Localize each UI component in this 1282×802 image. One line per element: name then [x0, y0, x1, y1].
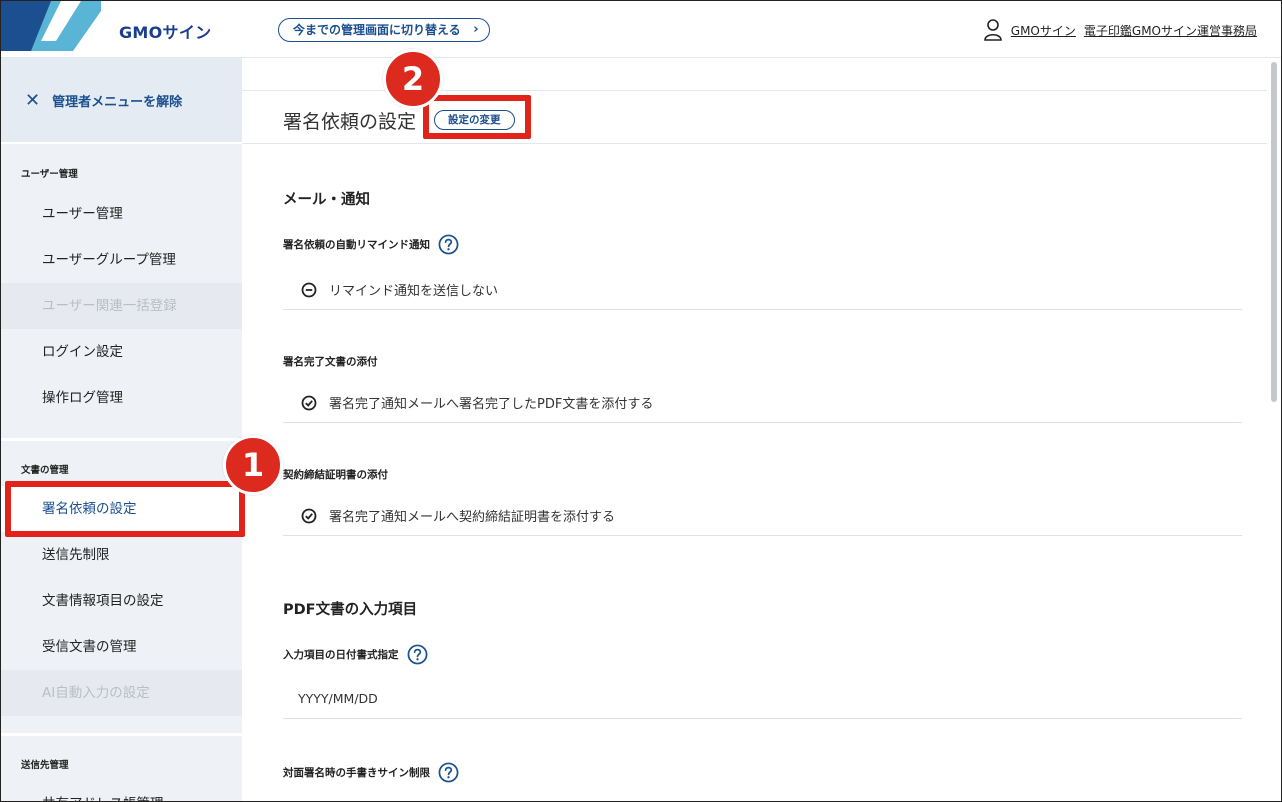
sidebar-item-recipient-restriction[interactable]: 送信先制限 [1, 532, 242, 578]
check-circle-icon [301, 508, 317, 523]
sidebar-item-user-group-management[interactable]: ユーザーグループ管理 [1, 237, 242, 283]
field-label-auto-remind-text: 署名依頼の自動リマインド通知 [283, 239, 430, 251]
field-value-completed-doc-attach-text: 署名完了通知メールへ署名完了したPDF文書を添付する [329, 397, 654, 412]
help-icon[interactable] [438, 234, 459, 255]
sidebar-divider [1, 733, 242, 736]
field-label-certificate-attach: 契約締結証明書の添付 [283, 467, 388, 482]
field-label-handwritten-sign-restriction-text: 対面署名時の手書きサイン制限 [283, 767, 430, 779]
sidebar-item-shared-address-book[interactable]: 共有アドレス帳管理 [1, 781, 242, 801]
sidebar-item-login-settings[interactable]: ログイン設定 [1, 329, 242, 375]
sidebar-group-document-management: 文書の管理 [21, 465, 69, 476]
field-label-certificate-attach-text: 契約締結証明書の添付 [283, 469, 388, 481]
exit-admin-menu-button[interactable]: ✕ 管理者メニューを解除 [1, 58, 242, 144]
scrollbar-thumb[interactable] [1271, 62, 1277, 402]
sidebar-divider [1, 438, 242, 441]
step-badge-1: 1 [223, 435, 283, 495]
admin-sidebar: ✕ 管理者メニューを解除 ユーザー管理 ユーザー管理 ユーザーグループ管理 ユー… [1, 58, 242, 801]
chevron-right-icon: › [473, 22, 479, 37]
sidebar-group-user-management: ユーザー管理 [21, 169, 78, 180]
sidebar-item-user-management[interactable]: ユーザー管理 [1, 191, 242, 237]
sidebar-item-received-documents[interactable]: 受信文書の管理 [1, 624, 242, 670]
highlight-box-signature-settings [5, 481, 245, 537]
help-icon[interactable] [438, 762, 459, 783]
field-value-certificate-attach: 署名完了通知メールへ契約締結証明書を添付する [283, 496, 1242, 536]
user-name-link[interactable]: GMOサイン [1011, 22, 1076, 39]
person-icon [983, 19, 1002, 41]
switch-legacy-admin-button[interactable]: 今までの管理画面に切り替える › [278, 18, 490, 42]
switch-legacy-admin-label: 今までの管理画面に切り替える [293, 23, 461, 37]
org-name-link[interactable]: 電子印鑑GMOサイン運営事務局 [1084, 22, 1257, 39]
field-value-completed-doc-attach: 署名完了通知メールへ署名完了したPDF文書を添付する [283, 383, 1242, 423]
field-value-certificate-attach-text: 署名完了通知メールへ契約締結証明書を添付する [329, 510, 616, 525]
close-icon: ✕ [25, 89, 41, 111]
sidebar-group-recipient-management: 送信先管理 [21, 760, 69, 771]
step-badge-2: 2 [383, 49, 443, 109]
section-title-pdf-input-fields: PDF文書の入力項目 [283, 602, 418, 618]
field-label-handwritten-sign-restriction: 対面署名時の手書きサイン制限 [283, 762, 459, 783]
check-circle-icon [301, 395, 317, 410]
main-content: 署名依頼の設定 設定の変更 メール・通知 署名依頼の自動リマインド通知 リマイン… [242, 58, 1267, 801]
page-title: 署名依頼の設定 [283, 111, 417, 133]
main-scrollbar[interactable] [1267, 58, 1281, 801]
field-value-date-format-text: YYYY/MM/DD [298, 691, 378, 706]
section-title-mail-notification: メール・通知 [283, 192, 370, 208]
field-label-date-format: 入力項目の日付書式指定 [283, 644, 428, 665]
field-label-completed-doc-attach: 署名完了文書の添付 [283, 354, 378, 369]
sidebar-item-document-info-fields[interactable]: 文書情報項目の設定 [1, 578, 242, 624]
brand-logo-mark-icon [1, 1, 101, 51]
sidebar-item-ai-autofill-settings: AI自動入力の設定 [1, 670, 242, 716]
minus-circle-icon [301, 282, 317, 297]
field-label-completed-doc-attach-text: 署名完了文書の添付 [283, 356, 378, 368]
field-label-date-format-text: 入力項目の日付書式指定 [283, 649, 399, 661]
field-label-auto-remind: 署名依頼の自動リマインド通知 [283, 234, 459, 255]
help-icon[interactable] [407, 644, 428, 665]
top-header: GMOサイン 今までの管理画面に切り替える › GMOサイン 電子印鑑GMOサイ… [1, 1, 1281, 58]
field-value-auto-remind-text: リマインド通知を送信しない [329, 284, 499, 299]
brand-logo-text[interactable]: GMOサイン [119, 19, 211, 43]
field-value-date-format: YYYY/MM/DD [283, 679, 1242, 719]
app-window: GMOサイン 今までの管理画面に切り替える › GMOサイン 電子印鑑GMOサイ… [0, 0, 1282, 802]
sidebar-item-user-bulk-register: ユーザー関連一括登録 [1, 283, 242, 329]
sidebar-item-operation-log[interactable]: 操作ログ管理 [1, 375, 242, 421]
user-area: GMOサイン 電子印鑑GMOサイン運営事務局 [983, 19, 1257, 41]
field-value-auto-remind: リマインド通知を送信しない [283, 270, 1242, 310]
highlight-box-change-settings [423, 95, 531, 139]
exit-admin-menu-label: 管理者メニューを解除 [52, 94, 183, 110]
